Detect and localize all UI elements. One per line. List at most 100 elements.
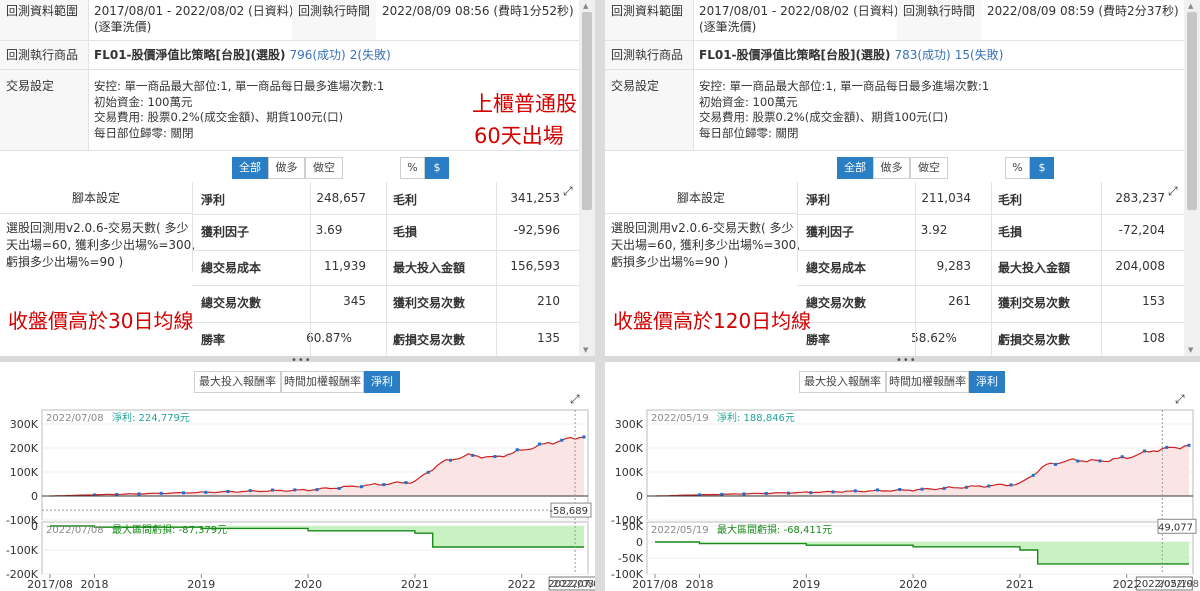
y-tick-label: 300K — [10, 418, 39, 431]
profit-point — [942, 486, 946, 490]
profit-point — [182, 491, 185, 495]
trade-setting-line: 初始資金: 100萬元 — [699, 94, 798, 109]
scroll-down-icon[interactable]: ▼ — [583, 346, 588, 354]
script-text-line: 虧損多少出場%=90 ) — [611, 255, 729, 269]
col-divider — [88, 0, 89, 150]
range-value: 2017/08/01 - 2022/08/02 (日資料) — [94, 4, 294, 18]
profit-point — [538, 442, 541, 446]
profit-point — [159, 491, 163, 495]
scrollbar-thumb[interactable] — [582, 12, 592, 210]
x-tick-label: 2021 — [1006, 578, 1034, 591]
stat-label: 淨利 — [201, 193, 226, 207]
x-tick-label: 2017/08 — [632, 578, 678, 591]
col-divider — [693, 0, 694, 150]
trade-label: 交易設定 — [605, 70, 693, 150]
stat-value: -72,204 — [1118, 223, 1165, 237]
annotation-top-line: 上櫃普通股 — [472, 92, 577, 116]
max-invest-return-tab[interactable]: 最大投入報酬率 — [799, 371, 886, 393]
expand-icon[interactable]: ⤢ — [563, 184, 573, 199]
col-divider — [1101, 182, 1102, 356]
stat-label: 總交易成本 — [201, 261, 262, 275]
filter-tab-long[interactable]: 做多 — [268, 157, 305, 179]
stat-value: 248,657 — [316, 191, 366, 205]
script-text-line: 選股回測用v2.0.6-交易天數( 多少 — [6, 221, 189, 235]
net-profit-tab[interactable]: 淨利 — [969, 371, 1005, 393]
time-weighted-return-tab[interactable]: 時間加權報酬率 — [886, 371, 969, 393]
script-divider — [797, 182, 798, 272]
stat-value: 9,283 — [936, 259, 971, 273]
script-text-line: 虧損多少出場%=90 ) — [6, 255, 124, 269]
unit-tab-dollar[interactable]: $ — [425, 157, 449, 179]
exec-time-value: 2022/08/09 08:59 (費時2分37秒) — [987, 4, 1179, 18]
profit-point — [809, 491, 813, 495]
profit-point — [764, 491, 768, 495]
time-weighted-return-tab[interactable]: 時間加權報酬率 — [281, 371, 364, 393]
fail-count-link[interactable]: 15(失敗) — [955, 48, 1004, 62]
scroll-up-icon[interactable]: ▲ — [1188, 2, 1193, 10]
stat-label: 毛利 — [393, 193, 418, 207]
vertical-scrollbar[interactable]: ▲ ▼ — [1184, 0, 1200, 356]
script-text-line: 天出場=60, 獲利多少出場%=300, — [611, 238, 801, 252]
trade-setting-line: 安控: 單一商品最大部位:1, 單一商品每日最多進場次數:1 — [94, 79, 385, 93]
y-tick-label: 100K — [10, 466, 39, 479]
unit-tab-percent[interactable]: % — [400, 157, 425, 179]
unit-tab-dollar[interactable]: $ — [1030, 157, 1054, 179]
annotation-top-line: 60天出場 — [474, 124, 564, 148]
profit-point — [271, 488, 274, 492]
equity-drawdown-chart[interactable]: 300K200K100K0-100K50K0-50K-100K49,077202… — [605, 406, 1200, 591]
lower-value-label: 最大區間虧損: -87,379元 — [112, 523, 227, 536]
scrollbar-thumb[interactable] — [1187, 12, 1197, 210]
exec-time-label: 回測執行時間 — [897, 0, 981, 40]
filter-tab-long[interactable]: 做多 — [873, 157, 910, 179]
stat-label: 淨利 — [806, 193, 831, 207]
profit-point — [226, 490, 230, 494]
x-tick-label: 2017/08 — [27, 578, 73, 591]
unit-tab-percent[interactable]: % — [1005, 157, 1030, 179]
stat-label: 毛利 — [998, 193, 1023, 207]
filter-tab-short[interactable]: 做空 — [910, 157, 948, 179]
max-invest-return-tab[interactable]: 最大投入報酬率 — [194, 371, 281, 393]
profit-point — [248, 489, 252, 493]
profit-point — [582, 435, 586, 439]
profit-point — [1054, 462, 1057, 466]
expand-icon[interactable]: ⤢ — [1168, 184, 1178, 199]
col-divider — [386, 182, 387, 356]
filter-tab-all[interactable]: 全部 — [837, 157, 873, 179]
net-profit-tab[interactable]: 淨利 — [364, 371, 400, 393]
stat-value: 153 — [1142, 294, 1165, 308]
filter-tab-all[interactable]: 全部 — [232, 157, 268, 179]
profit-point — [426, 470, 430, 474]
profit-point — [1031, 473, 1035, 477]
profit-point — [1076, 459, 1080, 463]
chart-expand-icon[interactable]: ⤢ — [570, 392, 580, 407]
row-divider — [605, 150, 1184, 151]
x-tick-label: 2020 — [294, 578, 322, 591]
trade-label: 交易設定 — [0, 70, 88, 150]
x-tick-label: 2021 — [401, 578, 429, 591]
equity-drawdown-chart[interactable]: 300K200K100K0-100K0-100K-200K-58,6892022… — [0, 406, 595, 591]
scroll-up-icon[interactable]: ▲ — [583, 2, 588, 10]
product-line: FL01-股價淨值比策略[台股](選股) 783(成功) 15(失敗) — [699, 47, 1003, 63]
success-count-link[interactable]: 796(成功) — [289, 48, 345, 62]
fail-count-link[interactable]: 2(失敗) — [350, 48, 391, 62]
col-divider — [915, 182, 916, 356]
vertical-scrollbar[interactable]: ▲ ▼ — [579, 0, 595, 356]
y-tick-label: 50K — [622, 520, 644, 533]
stat-label: 虧損交易次數 — [393, 333, 466, 347]
profit-point — [920, 487, 924, 491]
stat-value: 11,939 — [324, 259, 366, 273]
stat-label: 毛損 — [393, 225, 418, 239]
script-text-line: 天出場=60, 獲利多少出場%=300, — [6, 238, 196, 252]
lower-date-label: 2022/07/08 — [46, 525, 104, 536]
splitter-grip-icon[interactable]: ••• — [291, 355, 312, 366]
stat-label: 總交易次數 — [201, 296, 262, 310]
success-count-link[interactable]: 783(成功) — [894, 48, 950, 62]
filter-tab-short[interactable]: 做空 — [305, 157, 343, 179]
splitter-grip-icon[interactable]: ••• — [896, 355, 917, 366]
chart-expand-icon[interactable]: ⤢ — [1175, 392, 1185, 407]
profit-point — [1143, 449, 1146, 453]
stat-value: 108 — [1142, 331, 1165, 345]
profit-point — [720, 492, 724, 496]
y-tick-label: 200K — [10, 442, 39, 455]
scroll-down-icon[interactable]: ▼ — [1188, 346, 1193, 354]
